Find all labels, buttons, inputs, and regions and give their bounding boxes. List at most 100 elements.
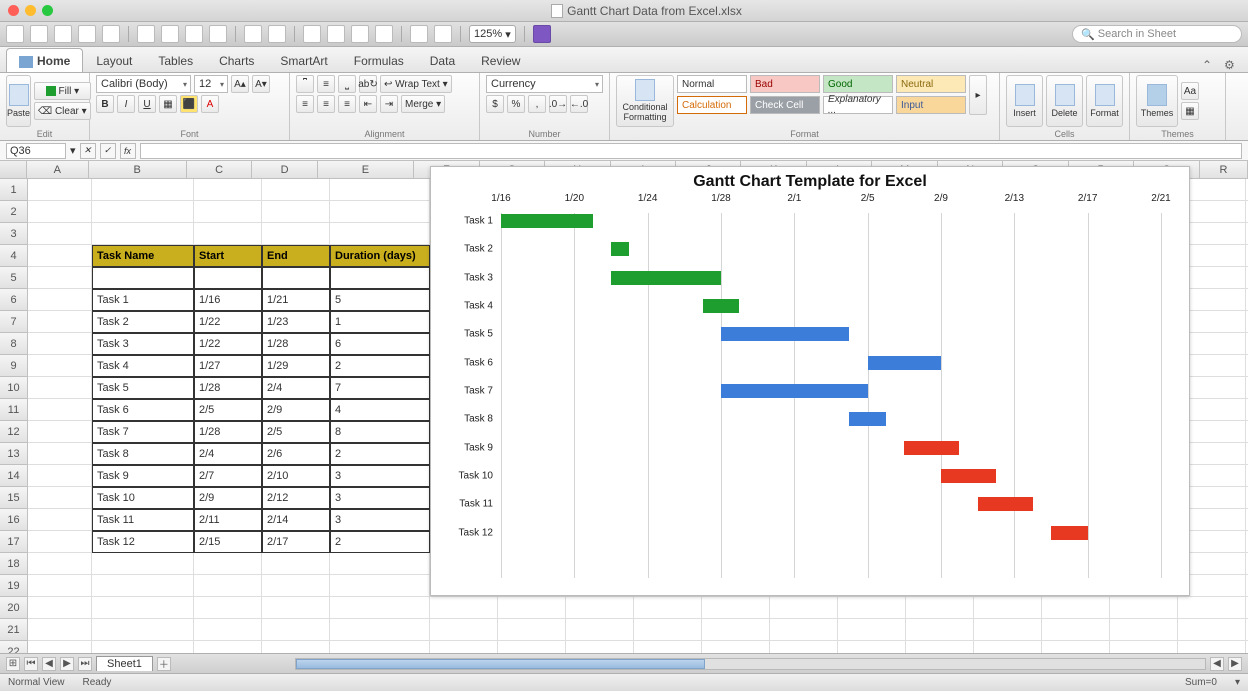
cell[interactable] [28, 267, 92, 289]
align-right-button[interactable]: ≡ [338, 95, 356, 113]
table-cell[interactable]: 2/6 [262, 443, 330, 465]
inc-decimal-button[interactable]: .0→ [549, 95, 567, 113]
view-grid-icon[interactable]: ⊞ [6, 657, 20, 671]
table-cell[interactable]: 2/5 [262, 421, 330, 443]
name-box-dropdown-icon[interactable]: ▾ [70, 144, 76, 157]
merge-button[interactable]: Merge ▾ [401, 95, 445, 113]
col-header[interactable]: B [89, 161, 187, 178]
style-calculation[interactable]: Calculation [677, 96, 747, 114]
cell[interactable] [330, 597, 430, 619]
cell[interactable] [262, 575, 330, 597]
row-header[interactable]: 18 [0, 553, 28, 575]
new-icon[interactable] [54, 25, 72, 43]
cell[interactable] [330, 641, 430, 653]
spreadsheet-grid[interactable]: ABCDEFGHIJKLMNOPQR 123456789101112131415… [0, 161, 1248, 653]
home-icon[interactable] [6, 25, 24, 43]
cell[interactable] [92, 201, 194, 223]
row-header[interactable]: 17 [0, 531, 28, 553]
tab-home[interactable]: Home [6, 48, 83, 72]
cell[interactable] [262, 641, 330, 653]
table-cell[interactable]: 3 [330, 509, 430, 531]
redo-icon[interactable] [268, 25, 286, 43]
comma-button[interactable]: , [528, 95, 546, 113]
table-cell[interactable] [330, 267, 430, 289]
font-size-combo[interactable]: 12 [194, 75, 228, 93]
cell[interactable] [194, 201, 262, 223]
cell[interactable] [1178, 619, 1246, 641]
format-painter-icon[interactable] [209, 25, 227, 43]
tab-tables[interactable]: Tables [145, 48, 206, 72]
table-cell[interactable]: 2/9 [194, 487, 262, 509]
cell[interactable] [92, 619, 194, 641]
minimize-icon[interactable] [25, 5, 36, 16]
cell[interactable] [28, 201, 92, 223]
sort-az-icon[interactable] [327, 25, 345, 43]
accept-formula-icon[interactable]: ✓ [100, 143, 116, 159]
cell[interactable] [634, 619, 702, 641]
cell[interactable] [28, 399, 92, 421]
autosum-icon[interactable] [303, 25, 321, 43]
table-cell[interactable]: 2/12 [262, 487, 330, 509]
table-cell[interactable]: 2/4 [262, 377, 330, 399]
cell[interactable] [1042, 641, 1110, 653]
dec-decimal-button[interactable]: ←.0 [570, 95, 588, 113]
table-cell[interactable]: 2/7 [194, 465, 262, 487]
copy-icon[interactable] [161, 25, 179, 43]
status-dropdown-icon[interactable]: ▾ [1235, 677, 1240, 688]
cell[interactable] [28, 377, 92, 399]
cell[interactable] [634, 641, 702, 653]
table-cell[interactable] [262, 267, 330, 289]
tab-smartart[interactable]: SmartArt [267, 48, 340, 72]
table-cell[interactable]: Task 9 [92, 465, 194, 487]
cell[interactable] [28, 531, 92, 553]
cell[interactable] [28, 289, 92, 311]
formula-input[interactable] [140, 143, 1242, 159]
table-cell[interactable]: 2/5 [194, 399, 262, 421]
cell[interactable] [906, 597, 974, 619]
table-cell[interactable]: 3 [330, 465, 430, 487]
cell[interactable] [92, 641, 194, 653]
col-header[interactable]: D [252, 161, 317, 178]
fx-button[interactable]: fx [120, 143, 136, 159]
cell[interactable] [28, 355, 92, 377]
table-header-cell[interactable]: Task Name [92, 245, 194, 267]
cell[interactable] [430, 597, 498, 619]
row-header[interactable]: 14 [0, 465, 28, 487]
fill-color-button[interactable]: ⬛ [180, 95, 198, 113]
align-top-button[interactable]: ⎴ [296, 75, 314, 93]
number-format-combo[interactable]: Currency [486, 75, 603, 93]
insert-cells-button[interactable]: Insert [1006, 75, 1043, 127]
last-sheet-icon[interactable]: ⏭ [78, 657, 92, 671]
table-cell[interactable]: Task 5 [92, 377, 194, 399]
cell[interactable] [28, 641, 92, 653]
cell[interactable] [194, 597, 262, 619]
font-color-button[interactable]: A [201, 95, 219, 113]
border-button[interactable]: ▦ [159, 95, 177, 113]
table-header-cell[interactable]: End [262, 245, 330, 267]
prev-sheet-icon[interactable]: ◀ [42, 657, 56, 671]
shrink-font-button[interactable]: A▾ [252, 75, 270, 93]
name-box[interactable]: Q36 [6, 143, 66, 159]
table-cell[interactable]: 5 [330, 289, 430, 311]
row-header[interactable]: 12 [0, 421, 28, 443]
col-header[interactable]: R [1200, 161, 1248, 178]
table-cell[interactable]: Task 2 [92, 311, 194, 333]
cell[interactable] [770, 597, 838, 619]
cell[interactable] [28, 333, 92, 355]
fill-button[interactable]: Fill ▾ [34, 82, 91, 100]
clear-button[interactable]: ⌫ Clear ▾ [34, 102, 91, 120]
cell[interactable] [770, 619, 838, 641]
row-header[interactable]: 16 [0, 509, 28, 531]
cell[interactable] [430, 619, 498, 641]
currency-button[interactable]: $ [486, 95, 504, 113]
style-normal[interactable]: Normal [677, 75, 747, 93]
row-header[interactable]: 3 [0, 223, 28, 245]
style-check-cell[interactable]: Check Cell [750, 96, 820, 114]
style-good[interactable]: Good [823, 75, 893, 93]
table-cell[interactable]: 2 [330, 355, 430, 377]
table-cell[interactable]: Task 8 [92, 443, 194, 465]
cell[interactable] [28, 509, 92, 531]
cell[interactable] [330, 553, 430, 575]
table-cell[interactable]: Task 10 [92, 487, 194, 509]
cell[interactable] [330, 619, 430, 641]
